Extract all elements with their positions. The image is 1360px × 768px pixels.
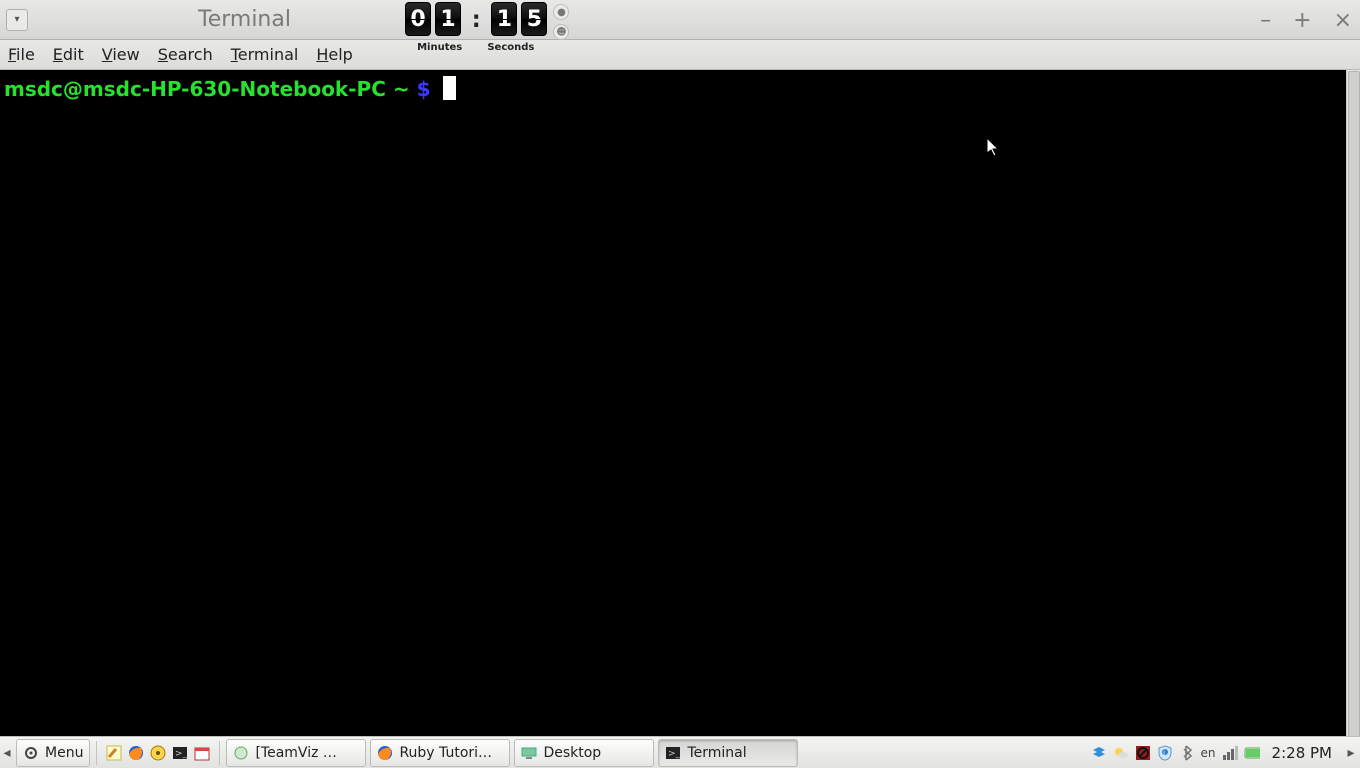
menu-view[interactable]: View — [102, 45, 140, 64]
task-terminal[interactable]: >_ Terminal — [658, 739, 798, 767]
launcher-tray: >_ — [105, 744, 211, 762]
notes-icon[interactable] — [105, 744, 123, 762]
firefox-launcher-icon[interactable] — [127, 744, 145, 762]
app-menu-button[interactable]: ▾ — [6, 9, 28, 31]
terminal-icon: >_ — [665, 745, 681, 761]
prompt-user-host: msdc@msdc-HP-630-Notebook-PC — [4, 77, 386, 101]
timer-colon: : — [465, 2, 487, 36]
menu-terminal[interactable]: Terminal — [231, 45, 299, 64]
task-ruby-tutorial[interactable]: Ruby Tutori… — [370, 739, 510, 767]
window-titlebar: ▾ Terminal – + × — [0, 0, 1360, 40]
timer-min-digit-2: 1 — [435, 2, 461, 36]
keyboard-layout-indicator[interactable]: en — [1201, 746, 1216, 760]
shield-tray-icon[interactable]: i — [1157, 745, 1173, 761]
timer-min-digit-1: 0 — [405, 2, 431, 36]
timer-sec-digit-2: 5 — [521, 2, 547, 36]
task-teamviz[interactable]: [TeamViz … — [226, 739, 366, 767]
dropbox-tray-icon[interactable] — [1091, 745, 1107, 761]
panel-scroll-left[interactable]: ◂ — [0, 745, 14, 761]
menu-bar: File Edit View Search Terminal Help — [0, 40, 1360, 70]
scrollbar-thumb[interactable] — [1348, 71, 1360, 737]
task-terminal-label: Terminal — [687, 745, 746, 761]
system-tray: i en 2:28 PM ▸ — [1091, 744, 1360, 762]
timer-sec-digit-1: 1 — [491, 2, 517, 36]
menu-help[interactable]: Help — [316, 45, 352, 64]
gear-icon — [23, 745, 39, 761]
timer-minutes-label: Minutes — [405, 42, 474, 53]
weather-tray-icon[interactable] — [1113, 745, 1129, 761]
separator — [96, 741, 97, 765]
timer-button-bottom[interactable]: ☻ — [553, 24, 569, 40]
text-cursor — [443, 76, 456, 100]
teamviz-icon — [233, 745, 249, 761]
close-button[interactable]: × — [1334, 8, 1352, 33]
terminal-scrollbar[interactable] — [1346, 70, 1360, 736]
blocked-tray-icon[interactable] — [1135, 745, 1151, 761]
taskbar: ◂ Menu >_ [TeamViz … Ruby Tutori… Deskto… — [0, 736, 1360, 768]
panel-scroll-right[interactable]: ▸ — [1344, 745, 1358, 761]
desktop-icon — [521, 745, 537, 761]
svg-text:>_: >_ — [175, 749, 188, 759]
prompt-path: ~ — [393, 77, 410, 101]
terminal-launcher-icon[interactable]: >_ — [171, 744, 189, 762]
task-ruby-label: Ruby Tutori… — [399, 745, 492, 761]
task-desktop[interactable]: Desktop — [514, 739, 654, 767]
separator — [219, 741, 220, 765]
task-desktop-label: Desktop — [543, 745, 601, 761]
terminal-area[interactable]: msdc@msdc-HP-630-Notebook-PC ~ $ — [0, 70, 1360, 736]
timer-seconds-label: Seconds — [474, 42, 547, 53]
menu-button-label: Menu — [45, 745, 83, 761]
calendar-icon[interactable] — [193, 744, 211, 762]
network-tray-icon[interactable] — [1222, 745, 1238, 761]
menu-button[interactable]: Menu — [16, 739, 90, 767]
task-teamviz-label: [TeamViz … — [255, 745, 336, 761]
minimize-button[interactable]: – — [1260, 8, 1271, 33]
maximize-button[interactable]: + — [1293, 8, 1311, 33]
svg-text:>_: >_ — [668, 749, 681, 759]
battery-tray-icon[interactable] — [1244, 745, 1260, 761]
prompt-symbol: $ — [417, 77, 431, 101]
media-player-icon[interactable] — [149, 744, 167, 762]
window-title: Terminal — [198, 7, 291, 32]
menu-file[interactable]: File — [8, 45, 35, 64]
timer-button-top[interactable]: ● — [553, 4, 569, 20]
clock[interactable]: 2:28 PM — [1272, 744, 1332, 762]
firefox-icon — [377, 745, 393, 761]
bluetooth-tray-icon[interactable] — [1179, 745, 1195, 761]
timer-widget[interactable]: 0 1 : 1 5 Minutes Seconds ● ☻ — [405, 2, 569, 40]
menu-search[interactable]: Search — [158, 45, 213, 64]
menu-edit[interactable]: Edit — [53, 45, 84, 64]
